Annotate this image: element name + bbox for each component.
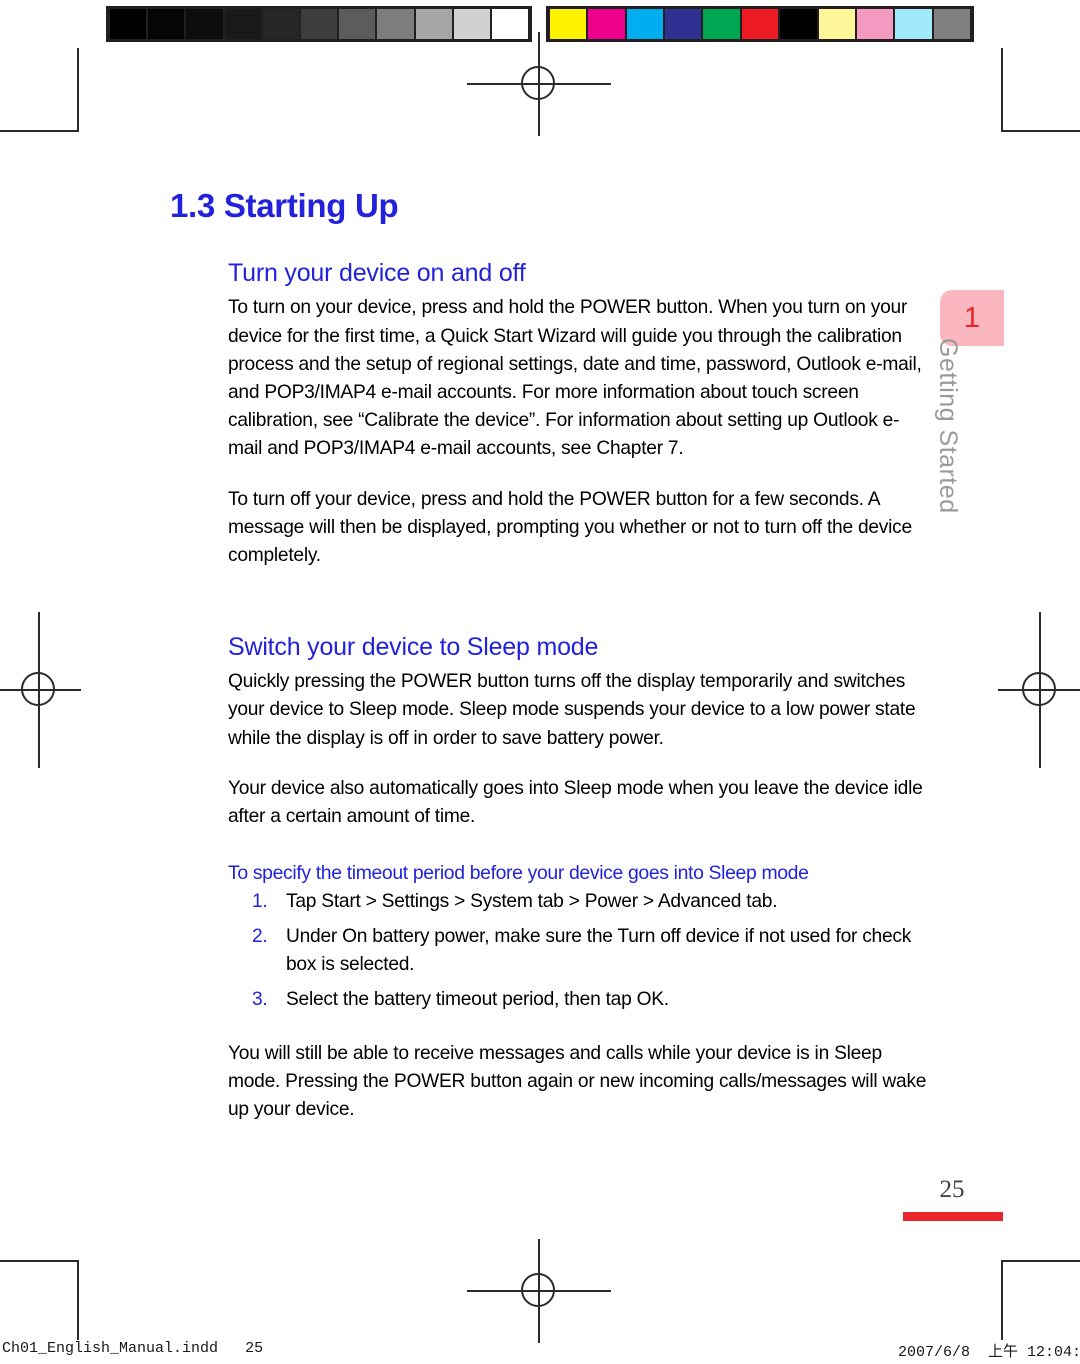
section-heading-sleep-mode: Switch your device to Sleep mode bbox=[228, 633, 599, 662]
step-text: Under On battery power, make sure the Tu… bbox=[286, 925, 912, 976]
paragraph: Your device also automatically goes into… bbox=[228, 777, 923, 827]
list-item: 1. Tap Start > Settings > System tab > P… bbox=[228, 888, 928, 916]
manual-page: 1.3 Starting Up Turn your device on and … bbox=[0, 0, 1080, 1364]
paragraph: To turn off your device, press and hold … bbox=[228, 488, 912, 566]
list-item: 2. Under On battery power, make sure the… bbox=[228, 923, 928, 980]
chapter-thumb-label: Getting Started bbox=[934, 338, 962, 514]
paragraph: To turn on your device, press and hold t… bbox=[228, 297, 922, 460]
footer-date: 2007/6/8 bbox=[898, 1344, 971, 1361]
footer-time: 上午 12:04: bbox=[988, 1344, 1080, 1361]
step-text: Tap Start > Settings > System tab > Powe… bbox=[286, 891, 778, 913]
footer-file-info: Ch01_English_Manual.indd 25 bbox=[2, 1340, 263, 1357]
list-item: 3. Select the battery timeout period, th… bbox=[228, 986, 928, 1014]
step-text: Select the battery timeout period, then … bbox=[286, 988, 669, 1010]
text-column: Turn your device on and off To turn on y… bbox=[228, 258, 928, 1124]
page-title: 1.3 Starting Up bbox=[170, 187, 399, 224]
step-number: 3. bbox=[252, 988, 268, 1010]
step-number: 2. bbox=[252, 925, 268, 947]
step-number: 1. bbox=[252, 891, 268, 913]
paragraph: Quickly pressing the POWER button turns … bbox=[228, 671, 916, 749]
chapter-number: 1 bbox=[963, 301, 981, 334]
paragraph: You will still be able to receive messag… bbox=[228, 1042, 927, 1121]
footer-file-name: Ch01_English_Manual.indd bbox=[2, 1340, 219, 1357]
section-heading-turn-device-on-off: Turn your device on and off bbox=[228, 259, 526, 288]
subsection-heading-timeout-period: To specify the timeout period before you… bbox=[228, 862, 809, 885]
page-number: 25 bbox=[939, 1176, 965, 1203]
footer-file-page: 25 bbox=[245, 1340, 264, 1357]
procedure-step-list: 1. Tap Start > Settings > System tab > P… bbox=[228, 888, 928, 1014]
page-content: 1.3 Starting Up Turn your device on and … bbox=[170, 187, 940, 1147]
footer-timestamp: 2007/6/8 上午 12:04: bbox=[898, 1340, 1080, 1361]
page-footer-rule bbox=[903, 1212, 1003, 1221]
